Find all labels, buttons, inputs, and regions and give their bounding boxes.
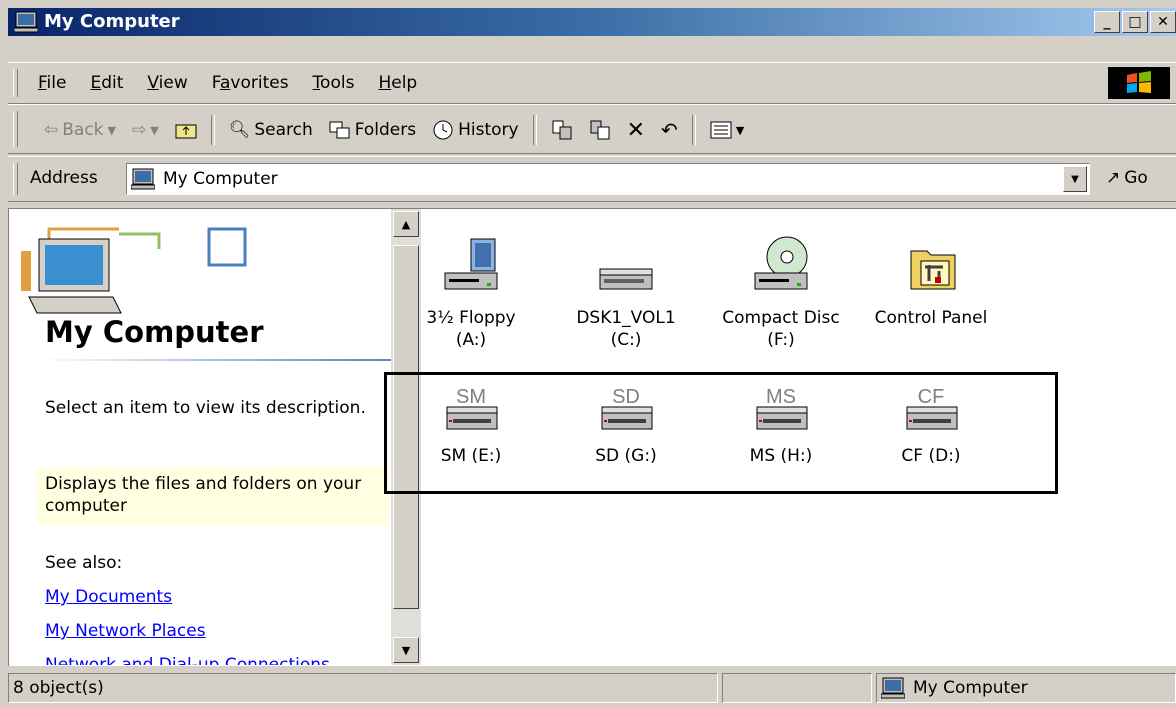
views-icon [710, 121, 732, 139]
cd-drive-icon [754, 236, 808, 290]
back-label: Back [62, 120, 104, 140]
menu-bar: File Edit View Favorites Tools Help [8, 62, 1176, 104]
menu-edit[interactable]: Edit [90, 73, 123, 93]
toolbar-grip[interactable] [13, 111, 18, 147]
address-label: Address [30, 168, 98, 188]
forward-arrow-icon: ⇨ [132, 120, 147, 140]
forward-button[interactable]: ⇨ ▼ [124, 115, 167, 145]
toolbar-separator [532, 115, 537, 145]
history-icon [433, 120, 453, 140]
copy-to-icon [590, 120, 610, 140]
menu-tools[interactable]: Tools [313, 73, 355, 93]
go-label: Go [1124, 168, 1148, 188]
file-view: 3½ Floppy (A:) DSK1_VOL1 (C:) Compact Di… [384, 209, 1176, 665]
floppy-drive-icon [444, 238, 498, 290]
chevron-down-icon: ▼ [150, 123, 159, 137]
status-zone-label: My Computer [913, 678, 1028, 698]
drive-name: DSK1_VOL1 [576, 308, 676, 328]
maximize-button[interactable]: □ [1122, 11, 1148, 33]
info-pane: My Computer Select an item to view its d… [9, 209, 391, 665]
chevron-down-icon: ▼ [107, 123, 116, 137]
standard-toolbar: ⇦ Back ▼ ⇨ ▼ 🔍︎ Search Folders History ✕… [8, 104, 1176, 154]
pane-description: Select an item to view its description. [45, 398, 366, 418]
status-bar: 8 object(s) My Computer [8, 670, 1176, 707]
address-dropdown-button[interactable]: ▼ [1063, 166, 1087, 192]
search-icon: 🔍︎ [228, 120, 251, 140]
computer-icon [881, 677, 905, 699]
drive-letter: (C:) [610, 330, 642, 350]
up-folder-icon [175, 124, 197, 139]
history-button[interactable]: History [424, 115, 526, 145]
copy-to-button[interactable] [581, 115, 619, 145]
item-name: Control Panel [874, 308, 988, 328]
menu-file[interactable]: File [38, 73, 66, 93]
drive-name: Compact Disc [722, 308, 840, 328]
control-panel-icon [910, 250, 956, 290]
minimize-button[interactable]: _ [1094, 11, 1120, 33]
move-to-button[interactable] [543, 115, 581, 145]
drive-letter: (A:) [455, 330, 487, 350]
drive-item-compact-disc[interactable]: Compact Disc (F:) [711, 233, 851, 351]
see-also-label: See also: [45, 553, 123, 573]
up-folder-button[interactable] [167, 115, 205, 145]
delete-icon: ✕ [626, 117, 646, 143]
search-label: Search [254, 120, 313, 140]
back-arrow-icon: ⇦ [44, 120, 59, 140]
go-button[interactable]: ↗ Go [1106, 168, 1148, 188]
chevron-down-icon: ▼ [735, 123, 745, 137]
folders-icon [329, 121, 350, 139]
menu-help[interactable]: Help [378, 73, 417, 93]
window: My Computer _ □ ✕ File Edit View Favorit… [0, 0, 1176, 707]
search-button[interactable]: 🔍︎ Search [221, 115, 321, 145]
drive-name: 3½ Floppy [426, 308, 516, 328]
windows-logo-icon [1108, 67, 1170, 99]
menu-view[interactable]: View [147, 73, 187, 93]
drive-item-floppy[interactable]: 3½ Floppy (A:) [401, 233, 541, 351]
address-field[interactable]: My Computer ▼ [126, 163, 1090, 195]
title-buttons: _ □ ✕ [1094, 11, 1176, 33]
title-bar[interactable]: My Computer _ □ ✕ [8, 8, 1176, 36]
folders-button[interactable]: Folders [321, 115, 424, 145]
status-zone: My Computer [876, 673, 1176, 703]
toolbar-grip[interactable] [13, 163, 18, 195]
back-button[interactable]: ⇦ Back ▼ [36, 115, 124, 145]
history-label: History [458, 120, 519, 140]
views-button[interactable]: ▼ [702, 115, 752, 145]
status-object-count: 8 object(s) [8, 673, 718, 703]
toolbar-separator [210, 115, 215, 145]
link-network-connections[interactable]: Network and Dial-up Connections [45, 655, 330, 665]
highlight-box [384, 372, 1058, 494]
control-panel-item[interactable]: Control Panel [861, 233, 1001, 329]
menu-favorites[interactable]: Favorites [212, 73, 289, 93]
status-empty-panel [722, 673, 872, 703]
link-my-documents[interactable]: My Documents [45, 587, 172, 607]
hard-drive-icon [599, 268, 653, 290]
delete-button[interactable]: ✕ [619, 115, 653, 145]
go-arrow-icon: ↗ [1106, 168, 1121, 188]
computer-icon [13, 11, 39, 38]
undo-button[interactable]: ↶ [653, 115, 686, 145]
toolbar-grip[interactable] [13, 69, 18, 97]
address-bar: Address My Computer ▼ ↗ Go [8, 156, 1176, 202]
window-title: My Computer [44, 11, 180, 32]
drive-letter: (F:) [767, 330, 795, 350]
toolbar-separator [691, 115, 696, 145]
link-my-network-places[interactable]: My Network Places [45, 621, 206, 641]
undo-icon: ↶ [661, 118, 678, 142]
folders-label: Folders [354, 120, 417, 140]
pane-divider [37, 359, 391, 361]
scroll-down-button[interactable]: ▼ [393, 637, 419, 663]
pane-info: Displays the files and folders on your c… [37, 467, 389, 525]
pane-title: My Computer [45, 315, 264, 349]
computer-icon [131, 168, 155, 190]
drive-item-dsk1[interactable]: DSK1_VOL1 (C:) [556, 233, 696, 351]
close-button[interactable]: ✕ [1150, 11, 1176, 33]
main-area: My Computer Select an item to view its d… [8, 208, 1176, 666]
move-to-icon [552, 120, 572, 140]
address-value: My Computer [163, 169, 278, 189]
